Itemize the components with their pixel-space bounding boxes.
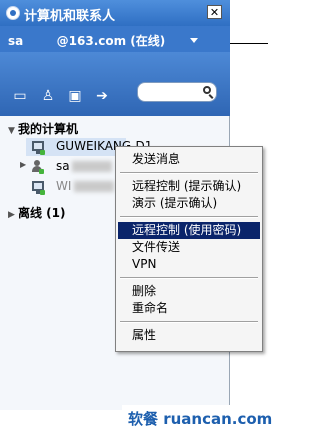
menu-item-send-message[interactable]: 发送消息 [118,151,260,168]
menu-separator [120,216,258,218]
app-logo-icon [6,6,20,20]
menu-item-delete[interactable]: 删除 [118,283,260,300]
account-status-bar[interactable]: sa @163.com (在线) [0,26,230,52]
title-bar[interactable]: 计算机和联系人 ✕ [0,0,230,26]
contact-item-computer-2[interactable]: WI [26,178,126,196]
menu-separator [120,277,258,279]
search-input[interactable] [137,82,217,102]
online-status-icon [40,190,45,195]
contact-name: sa [56,159,70,173]
chevron-down-icon[interactable] [190,38,198,43]
collapse-triangle-icon[interactable]: ▶ [20,160,26,169]
group-my-computers[interactable]: ▼ 我的计算机 [8,120,78,137]
connect-computer-icon[interactable]: ▣ [67,89,83,103]
contact-item-computer-1[interactable]: GUWEIKANG-D1 [26,138,152,156]
toolbar: ▭ ♙ ▣ ➔ [0,52,230,116]
online-status-icon [40,150,45,155]
menu-item-vpn[interactable]: VPN [118,256,260,273]
menu-item-remote-control-confirm[interactable]: 远程控制 (提示确认) [118,178,260,195]
group-label: 我的计算机 [18,122,79,136]
watermark-text: 软餐 ruancan.com [128,410,273,428]
collapse-triangle-icon[interactable]: ▶ [8,210,18,220]
group-offline[interactable]: ▶ 离线 (1) [8,204,66,221]
contact-item-person[interactable]: ▶ sa [20,158,120,176]
expand-triangle-icon[interactable]: ▼ [8,126,18,136]
menu-item-file-transfer[interactable]: 文件传送 [118,239,260,256]
online-status-icon [39,169,44,174]
contact-name: WI [56,179,72,193]
add-computer-icon[interactable]: ▭ [12,89,28,103]
window-title: 计算机和联系人 [24,9,116,24]
menu-separator [120,172,258,174]
redacted-text [74,181,114,192]
divider-line [230,43,268,44]
watermark: 软餐 ruancan.com [122,405,272,430]
add-contact-icon[interactable]: ♙ [40,89,56,103]
menu-item-demo-confirm[interactable]: 演示 (提示确认) [118,195,260,212]
redacted-text [72,161,112,172]
search-icon[interactable] [203,86,211,94]
menu-item-rename[interactable]: 重命名 [118,300,260,317]
menu-separator [120,321,258,323]
close-button[interactable]: ✕ [207,5,222,19]
forward-arrow-icon[interactable]: ➔ [94,89,110,103]
group-label: 离线 (1) [18,206,66,220]
menu-item-remote-control-password[interactable]: 远程控制 (使用密码) [118,222,260,239]
account-label: sa @163.com (在线) [8,34,166,48]
context-menu: 发送消息 远程控制 (提示确认) 演示 (提示确认) 远程控制 (使用密码) 文… [115,146,263,352]
menu-item-properties[interactable]: 属性 [118,327,260,344]
